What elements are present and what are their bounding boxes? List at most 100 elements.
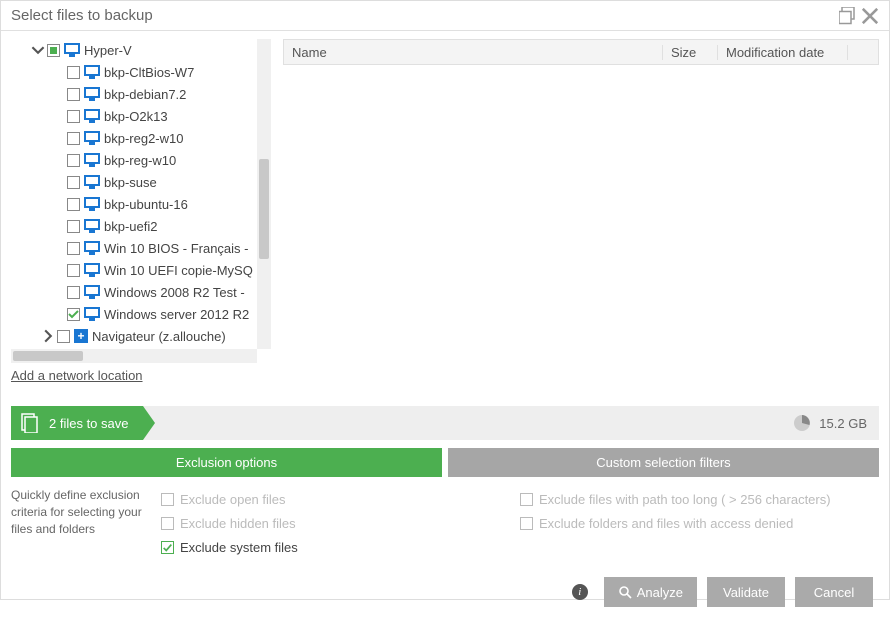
- plus-icon: +: [74, 329, 88, 343]
- exclude-path-too-long[interactable]: Exclude files with path too long ( > 256…: [520, 487, 879, 511]
- search-icon: [618, 585, 632, 599]
- vm-icon: [84, 307, 100, 321]
- scrollbar-thumb[interactable]: [13, 351, 83, 361]
- exclude-hidden-files[interactable]: Exclude hidden files: [161, 511, 520, 535]
- scrollbar-thumb[interactable]: [259, 159, 269, 259]
- tree-root-hyperv[interactable]: Hyper-V: [11, 39, 271, 61]
- exclusion-panel: Quickly define exclusion criteria for se…: [11, 487, 879, 559]
- vm-icon: [84, 109, 100, 123]
- tree-vertical-scrollbar[interactable]: [257, 39, 271, 349]
- pie-icon: [793, 414, 811, 432]
- tree-label: bkp-reg-w10: [104, 153, 176, 168]
- tree-sibling-navigateur[interactable]: + Navigateur (z.allouche): [11, 325, 271, 347]
- tree-item[interactable]: bkp-O2k13: [11, 105, 271, 127]
- checkbox[interactable]: [67, 132, 80, 145]
- checkbox[interactable]: [67, 220, 80, 233]
- footer: i Analyze Validate Cancel: [1, 559, 889, 625]
- files-count: 2 files to save: [49, 416, 129, 431]
- tree-label: bkp-suse: [104, 175, 157, 190]
- column-modification[interactable]: Modification date: [718, 45, 848, 60]
- tree-item[interactable]: Win 10 BIOS - Français -: [11, 237, 271, 259]
- checkbox[interactable]: [67, 264, 80, 277]
- tree-panel: Hyper-V bkp-CltBios-W7bkp-debian7.2 bkp-O…: [11, 39, 271, 381]
- status-size: 15.2 GB: [793, 414, 879, 432]
- info-icon[interactable]: i: [572, 584, 588, 600]
- tree-item[interactable]: Win 10 UEFI copie-MySQ: [11, 259, 271, 281]
- checkbox-checked[interactable]: [161, 541, 174, 554]
- tree-item[interactable]: bkp-suse: [11, 171, 271, 193]
- button-label: Analyze: [637, 585, 683, 600]
- vm-icon: [84, 153, 100, 167]
- checkbox[interactable]: [520, 517, 533, 530]
- status-bar: 2 files to save 15.2 GB: [11, 406, 879, 440]
- tab-exclusion[interactable]: Exclusion options: [11, 448, 442, 477]
- validate-button[interactable]: Validate: [707, 577, 785, 607]
- checkbox-partial[interactable]: [47, 44, 60, 57]
- vm-icon: [84, 87, 100, 101]
- tree-label: bkp-O2k13: [104, 109, 168, 124]
- tree-item[interactable]: bkp-reg-w10: [11, 149, 271, 171]
- tree-item[interactable]: bkp-CltBios-W7: [11, 61, 271, 83]
- vm-icon: [84, 241, 100, 255]
- checkbox[interactable]: [161, 517, 174, 530]
- chevron-right-icon[interactable]: [41, 329, 55, 343]
- chevron-down-icon[interactable]: [31, 43, 45, 57]
- exclude-open-files[interactable]: Exclude open files: [161, 487, 520, 511]
- titlebar: Select files to backup: [1, 1, 889, 31]
- vm-icon: [84, 263, 100, 277]
- analyze-button[interactable]: Analyze: [604, 577, 697, 607]
- tree-item[interactable]: Windows server 2012 R2: [11, 303, 271, 325]
- checkbox[interactable]: [67, 286, 80, 299]
- file-list-panel: Name Size Modification date: [283, 39, 879, 381]
- vm-icon: [84, 197, 100, 211]
- tree-item[interactable]: bkp-reg2-w10: [11, 127, 271, 149]
- vm-icon: [64, 43, 80, 57]
- column-size[interactable]: Size: [663, 45, 718, 60]
- tree-label: Win 10 BIOS - Français -: [104, 241, 248, 256]
- tree-label: Hyper-V: [84, 43, 132, 58]
- window-title: Select files to backup: [11, 7, 835, 24]
- option-label: Exclude files with path too long ( > 256…: [539, 492, 831, 507]
- exclude-access-denied[interactable]: Exclude folders and files with access de…: [520, 511, 879, 535]
- tree-scroll[interactable]: Hyper-V bkp-CltBios-W7bkp-debian7.2 bkp-O…: [11, 39, 271, 349]
- checkbox[interactable]: [67, 66, 80, 79]
- tree-label: Windows server 2012 R2: [104, 307, 249, 322]
- checkbox[interactable]: [67, 176, 80, 189]
- vm-icon: [84, 175, 100, 189]
- tree-item[interactable]: Windows 2008 R2 Test -: [11, 281, 271, 303]
- tree-label: Navigateur (z.allouche): [92, 329, 226, 344]
- tree-label: Windows 2008 R2 Test -: [104, 285, 245, 300]
- tab-custom-filters[interactable]: Custom selection filters: [448, 448, 879, 477]
- close-icon[interactable]: [861, 9, 879, 23]
- cancel-button[interactable]: Cancel: [795, 577, 873, 607]
- checkbox[interactable]: [67, 88, 80, 101]
- vm-icon: [84, 285, 100, 299]
- restore-icon[interactable]: [839, 9, 857, 23]
- checkbox[interactable]: [520, 493, 533, 506]
- column-name[interactable]: Name: [284, 45, 663, 60]
- button-label: Cancel: [814, 585, 854, 600]
- tree-item[interactable]: bkp-uefi2: [11, 215, 271, 237]
- vm-icon: [84, 219, 100, 233]
- tree-label: bkp-reg2-w10: [104, 131, 184, 146]
- checkbox[interactable]: [57, 330, 70, 343]
- checkbox[interactable]: [67, 154, 80, 167]
- tree-item[interactable]: bkp-debian7.2: [11, 83, 271, 105]
- checkbox[interactable]: [161, 493, 174, 506]
- list-header: Name Size Modification date: [283, 39, 879, 65]
- document-icon: [21, 413, 39, 433]
- tree-item[interactable]: bkp-ubuntu-16: [11, 193, 271, 215]
- tree-horizontal-scrollbar[interactable]: [11, 349, 257, 363]
- total-size: 15.2 GB: [819, 416, 867, 431]
- checkbox[interactable]: [67, 242, 80, 255]
- exclude-system-files[interactable]: Exclude system files: [161, 535, 520, 559]
- checkbox[interactable]: [67, 110, 80, 123]
- vm-icon: [84, 131, 100, 145]
- status-flag: 2 files to save: [11, 406, 143, 440]
- checkbox[interactable]: [67, 198, 80, 211]
- main-area: Hyper-V bkp-CltBios-W7bkp-debian7.2 bkp-O…: [1, 31, 889, 381]
- add-network-link[interactable]: Add a network location: [11, 368, 143, 383]
- checkbox-checked[interactable]: [67, 308, 80, 321]
- tree-label: bkp-ubuntu-16: [104, 197, 188, 212]
- option-label: Exclude open files: [180, 492, 286, 507]
